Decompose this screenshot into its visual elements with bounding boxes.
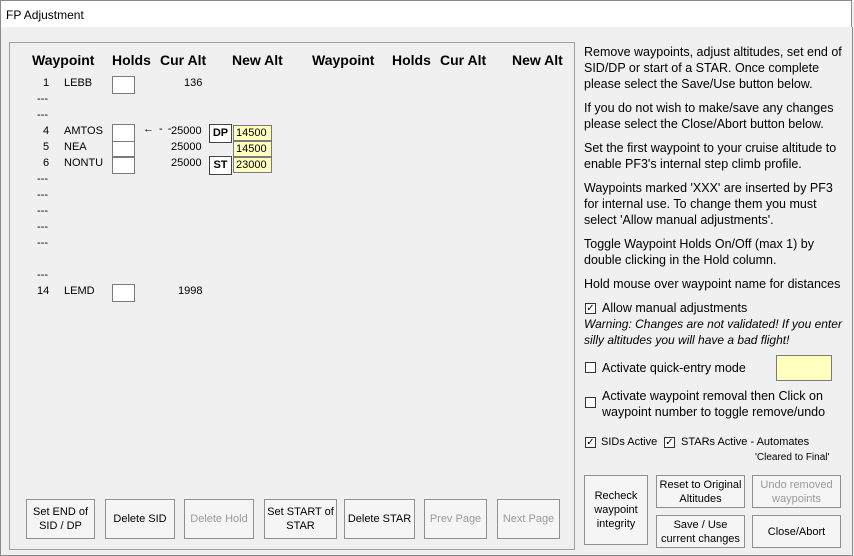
warning-text: Warning: Changes are not validated! If y… — [584, 317, 842, 347]
cur-alt: 25000 — [171, 141, 202, 153]
placeholder-row: --- — [37, 109, 48, 121]
new-alt-input[interactable]: 14500 — [233, 141, 272, 157]
window-title: FP Adjustment — [6, 8, 84, 22]
placeholder-row: --- — [37, 269, 48, 281]
placeholder-row: --- — [37, 237, 48, 249]
waypoint-name: LEMD — [64, 285, 95, 297]
undo-removed-button[interactable]: Undo removed waypoints — [752, 475, 841, 508]
stars-active-label: STARs Active - Automates — [681, 436, 810, 448]
placeholder-row: --- — [37, 173, 48, 185]
new-alt-input[interactable]: 14500 — [233, 125, 272, 141]
hold-cell[interactable] — [112, 284, 135, 302]
waypoint-name: LEBB — [64, 77, 93, 89]
placeholder-row: --- — [37, 221, 48, 233]
instruction-text: Set the first waypoint to your cruise al… — [584, 141, 837, 171]
delete-hold-button[interactable]: Delete Hold — [184, 499, 254, 539]
placeholder-row: --- — [37, 205, 48, 217]
cur-alt: 25000 — [171, 157, 202, 169]
header-holds-2: Holds — [392, 52, 431, 68]
quick-entry-checkbox[interactable] — [585, 362, 596, 373]
next-page-button[interactable]: Next Page — [497, 499, 560, 539]
waypoint-number[interactable]: 5 — [43, 141, 49, 153]
hold-cell[interactable] — [112, 157, 135, 174]
prev-page-button[interactable]: Prev Page — [424, 499, 487, 539]
header-new-alt-2: New Alt — [512, 52, 563, 68]
arrow-left-icon: ← - - — [143, 123, 173, 135]
header-cur-alt-2: Cur Alt — [440, 52, 487, 68]
dp-label: DP — [209, 124, 232, 143]
instruction-text: If you do not wish to make/save any chan… — [584, 101, 834, 131]
placeholder-row: --- — [37, 93, 48, 105]
stars-note: 'Cleared to Final' — [755, 452, 830, 463]
waypoint-name: AMTOS — [64, 125, 103, 137]
cur-alt: 1998 — [178, 285, 203, 297]
instruction-text: Toggle Waypoint Holds On/Off (max 1) by … — [584, 237, 814, 267]
instruction-text: Hold mouse over waypoint name for distan… — [584, 277, 841, 291]
placeholder-row: --- — [37, 189, 48, 201]
removal-label: Activate waypoint removal then Click on … — [602, 389, 826, 419]
hold-cell[interactable] — [112, 141, 135, 157]
close-abort-button[interactable]: Close/Abort — [752, 515, 841, 548]
allow-manual-checkbox[interactable]: ✓ — [585, 303, 596, 314]
header-waypoint: Waypoint — [32, 52, 95, 68]
quick-entry-input[interactable] — [776, 355, 832, 381]
hold-cell[interactable] — [112, 76, 135, 94]
header-waypoint-2: Waypoint — [312, 52, 375, 68]
cur-alt: 25000 — [171, 125, 202, 137]
quick-entry-label: Activate quick-entry mode — [602, 361, 746, 375]
reset-button[interactable]: Reset to Original Altitudes — [656, 475, 745, 508]
set-start-star-button[interactable]: Set START of STAR — [264, 499, 337, 539]
stars-active-checkbox[interactable]: ✓ — [664, 437, 675, 448]
recheck-button[interactable]: Recheck waypoint integrity — [584, 475, 648, 545]
hold-cell[interactable] — [112, 124, 135, 142]
allow-manual-label: Allow manual adjustments — [602, 301, 748, 315]
save-use-button[interactable]: Save / Use current changes — [656, 515, 745, 548]
delete-sid-button[interactable]: Delete SID — [105, 499, 175, 539]
waypoint-number[interactable]: 6 — [43, 157, 49, 169]
waypoint-number[interactable]: 1 — [43, 77, 49, 89]
new-alt-input[interactable]: 23000 — [233, 157, 272, 173]
removal-checkbox[interactable] — [585, 397, 596, 408]
cur-alt: 136 — [184, 77, 203, 89]
set-end-sid-button[interactable]: Set END of SID / DP — [26, 499, 95, 539]
sids-active-label: SIDs Active — [601, 436, 658, 448]
delete-star-button[interactable]: Delete STAR — [344, 499, 415, 539]
waypoint-number[interactable]: 14 — [37, 285, 49, 297]
st-label: ST — [209, 156, 232, 175]
header-holds: Holds — [112, 52, 151, 68]
waypoint-name: NONTU — [64, 157, 104, 169]
instruction-text: Waypoints marked 'XXX' are inserted by P… — [584, 181, 833, 227]
instruction-text: Remove waypoints, adjust altitudes, set … — [584, 45, 842, 91]
waypoint-number[interactable]: 4 — [43, 125, 49, 137]
header-cur-alt: Cur Alt — [160, 52, 207, 68]
sids-active-checkbox[interactable]: ✓ — [585, 437, 596, 448]
title-bar: FP Adjustment — [0, 0, 852, 27]
waypoint-name: NEA — [64, 141, 87, 153]
header-new-alt: New Alt — [232, 52, 283, 68]
